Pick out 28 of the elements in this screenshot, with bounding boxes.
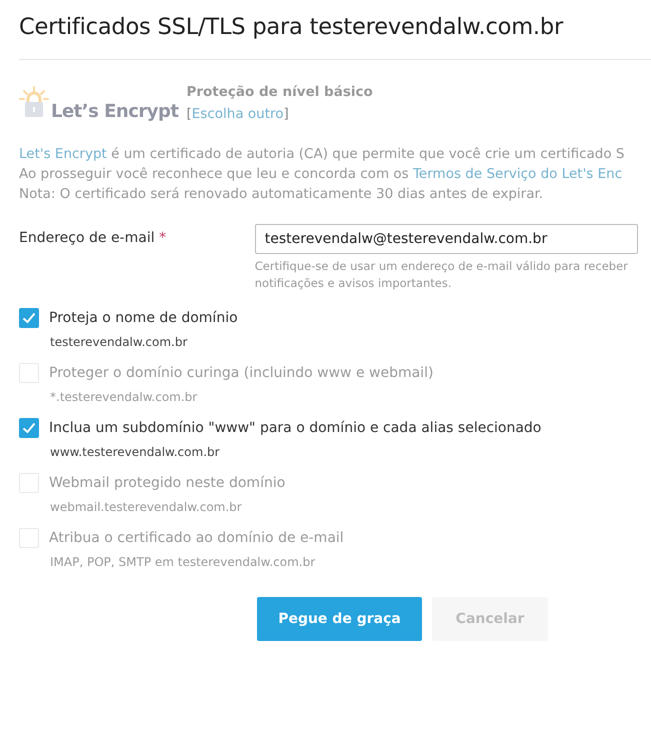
option-label: Webmail protegido neste domínio: [49, 475, 286, 491]
bracket-text: ]: [284, 106, 289, 122]
email-hint: Certifique-se de usar um endereço de e-mail válido para receber notificações e avisos importantes.: [254, 258, 629, 292]
description-text: Let's Encrypt é um certificado de autoria (CA) que permite que você crie um certificado S: [19, 145, 626, 164]
dialog-title: Certificados SSL/TLS para testerevendalw.com.br: [19, 14, 564, 40]
email-label: Endereço de e-mail: [19, 230, 155, 246]
option-label: Proteja o nome de domínio: [49, 310, 238, 326]
logo-text: Let’s Encrypt: [51, 101, 178, 122]
option-detail: IMAP, POP, SMTP em testerevendalw.com.br: [50, 555, 316, 569]
required-mark: *: [159, 230, 166, 246]
email-field[interactable]: testerevendalw@testerevendalw.com.br: [254, 224, 638, 254]
description-text: Nota: O certificado será renovado automaticamente 30 dias antes de expirar.: [19, 185, 544, 204]
checkbox[interactable]: [19, 418, 39, 438]
checkbox[interactable]: [19, 308, 39, 328]
option-label: Atribua o certificado ao domínio de e-mail: [49, 530, 344, 546]
option-detail: www.testerevendalw.com.br: [50, 445, 221, 459]
option-detail: testerevendalw.com.br: [50, 335, 188, 349]
check-icon: [22, 422, 36, 434]
submit-button[interactable]: Pegue de graça: [257, 597, 422, 641]
description-text: Ao prosseguir você reconhece que leu e concorda com os Termos de Serviço do Let's Enc: [19, 165, 624, 184]
bracket-text: [: [186, 106, 192, 122]
provider-heading: Proteção de nível básico: [186, 84, 373, 100]
check-icon: [22, 312, 36, 324]
lock-icon: [19, 86, 49, 120]
option-detail: *.testerevendalw.com.br: [50, 390, 198, 404]
option-detail: webmail.testerevendalw.com.br: [50, 500, 243, 514]
option-label: Proteger o domínio curinga (incluindo www e webmail): [49, 365, 434, 381]
option-label: Inclua um subdomínio "www" para o domínio e cada alias selecionado: [49, 420, 542, 436]
